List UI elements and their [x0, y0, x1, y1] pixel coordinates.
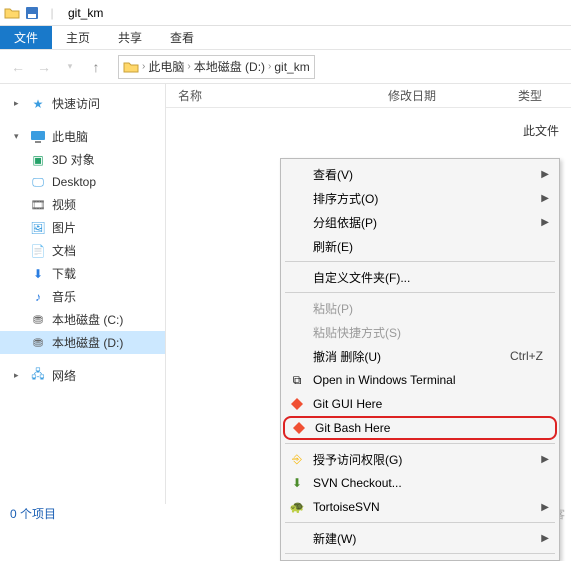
- sidebar-item-desktop[interactable]: 🖵Desktop: [0, 171, 165, 193]
- sidebar-item-disk-d[interactable]: ⛃本地磁盘 (D:): [0, 331, 165, 354]
- menu-customize[interactable]: 自定义文件夹(F)...: [283, 265, 557, 289]
- back-button[interactable]: ←: [8, 57, 28, 77]
- monitor-icon: [30, 129, 46, 145]
- picture-icon: 🖼: [30, 220, 46, 236]
- up-button[interactable]: ↑: [86, 57, 106, 77]
- chevron-right-icon[interactable]: ›: [265, 61, 274, 72]
- music-icon: ♪: [30, 289, 46, 305]
- folder-icon: [4, 5, 20, 21]
- status-bar: 0 个项目: [10, 505, 56, 522]
- column-name[interactable]: 名称: [166, 87, 376, 104]
- sidebar-item-pictures[interactable]: 🖼图片: [0, 216, 165, 239]
- crumb-folder[interactable]: git_km: [274, 60, 309, 74]
- git-icon: [289, 396, 305, 412]
- menu-separator: [285, 443, 555, 444]
- document-icon: 📄: [30, 243, 46, 259]
- chevron-right-icon: ▸: [14, 370, 24, 381]
- sidebar-quick-access[interactable]: ▸★快速访问: [0, 92, 165, 115]
- tab-view[interactable]: 查看: [156, 26, 208, 49]
- menu-undo[interactable]: 撤消 删除(U)Ctrl+Z: [283, 344, 557, 368]
- chevron-right-icon: ▶: [541, 217, 549, 228]
- chevron-right-icon: ▶: [541, 169, 549, 180]
- disk-icon: ⛃: [30, 335, 46, 351]
- video-icon: 🎞: [30, 197, 46, 213]
- sidebar-this-pc[interactable]: ▾此电脑: [0, 125, 165, 148]
- chevron-right-icon: ▶: [541, 533, 549, 544]
- menu-paste-shortcut: 粘贴快捷方式(S): [283, 320, 557, 344]
- forward-button[interactable]: →: [34, 57, 54, 77]
- menu-new[interactable]: 新建(W)▶: [283, 526, 557, 550]
- sidebar-item-downloads[interactable]: ⬇下载: [0, 262, 165, 285]
- window-title: git_km: [68, 6, 103, 20]
- context-menu: 查看(V)▶ 排序方式(O)▶ 分组依据(P)▶ 刷新(E) 自定义文件夹(F)…: [280, 158, 560, 561]
- tortoise-icon: 🐢: [289, 499, 305, 515]
- git-icon: [291, 420, 307, 436]
- menu-open-terminal[interactable]: ⧉Open in Windows Terminal: [283, 368, 557, 392]
- menu-git-bash[interactable]: Git Bash Here: [283, 416, 557, 440]
- menu-refresh[interactable]: 刷新(E): [283, 234, 557, 258]
- menu-separator: [285, 261, 555, 262]
- menu-view[interactable]: 查看(V)▶: [283, 162, 557, 186]
- chevron-right-icon: ▶: [541, 454, 549, 465]
- crumb-disk[interactable]: 本地磁盘 (D:): [194, 58, 265, 75]
- svn-icon: ⬇: [289, 475, 305, 491]
- desktop-icon: 🖵: [30, 174, 46, 190]
- download-icon: ⬇: [30, 266, 46, 282]
- chevron-right-icon: ▶: [541, 502, 549, 513]
- sidebar-item-3d[interactable]: ▣3D 对象: [0, 148, 165, 171]
- menu-grant-access[interactable]: ⎆授予访问权限(G)▶: [283, 447, 557, 471]
- network-icon: 🖧: [30, 368, 46, 384]
- sidebar-network[interactable]: ▸🖧网络: [0, 364, 165, 387]
- chevron-right-icon: ▸: [14, 98, 24, 109]
- sidebar-item-disk-c[interactable]: ⛃本地磁盘 (C:): [0, 308, 165, 331]
- crumb-pc[interactable]: 此电脑: [148, 58, 184, 75]
- chevron-right-icon: ▶: [541, 193, 549, 204]
- chevron-right-icon[interactable]: ›: [184, 61, 193, 72]
- cube-icon: ▣: [30, 152, 46, 168]
- menu-group[interactable]: 分组依据(P)▶: [283, 210, 557, 234]
- disk-icon: ⛃: [30, 312, 46, 328]
- sidebar: ▸★快速访问 ▾此电脑 ▣3D 对象 🖵Desktop 🎞视频 🖼图片 📄文档 …: [0, 84, 166, 504]
- address-bar[interactable]: › 此电脑 › 本地磁盘 (D:) › git_km: [118, 55, 315, 79]
- tab-home[interactable]: 主页: [52, 26, 104, 49]
- divider-icon: |: [44, 5, 60, 21]
- save-icon[interactable]: [24, 5, 40, 21]
- share-icon: ⎆: [289, 451, 305, 467]
- chevron-down-icon: ▾: [14, 131, 24, 142]
- sidebar-item-video[interactable]: 🎞视频: [0, 193, 165, 216]
- menu-sort[interactable]: 排序方式(O)▶: [283, 186, 557, 210]
- menu-svn-checkout[interactable]: ⬇SVN Checkout...: [283, 471, 557, 495]
- column-date[interactable]: 修改日期: [376, 87, 506, 104]
- menu-tortoise-svn[interactable]: 🐢TortoiseSVN▶: [283, 495, 557, 519]
- menu-separator: [285, 522, 555, 523]
- sidebar-item-music[interactable]: ♪音乐: [0, 285, 165, 308]
- terminal-icon: ⧉: [289, 372, 305, 388]
- hotkey: Ctrl+Z: [510, 349, 543, 363]
- chevron-right-icon[interactable]: ›: [139, 61, 148, 72]
- menu-git-gui[interactable]: Git GUI Here: [283, 392, 557, 416]
- sidebar-item-documents[interactable]: 📄文档: [0, 239, 165, 262]
- menu-separator: [285, 292, 555, 293]
- column-type[interactable]: 类型: [506, 87, 554, 104]
- menu-separator: [285, 553, 555, 554]
- tab-share[interactable]: 共享: [104, 26, 156, 49]
- star-icon: ★: [30, 96, 46, 112]
- folder-icon: [123, 59, 139, 75]
- empty-folder-text: 此文件: [523, 122, 559, 139]
- recent-dropdown[interactable]: ▾: [60, 57, 80, 77]
- menu-paste: 粘贴(P): [283, 296, 557, 320]
- tab-file[interactable]: 文件: [0, 26, 52, 49]
